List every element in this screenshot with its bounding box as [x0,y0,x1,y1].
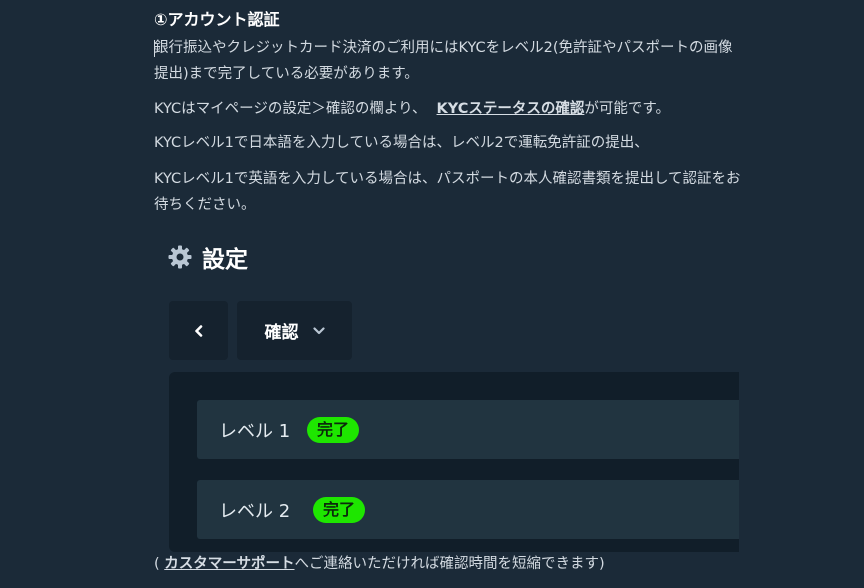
kyc-status-link[interactable]: KYCステータスの確認 [437,101,585,117]
gear-icon [168,245,192,269]
status-badge: 完了 [313,496,366,523]
paragraph-level1-japanese: KYCレベル1で日本語を入力している場合は、レベル2で運転免許証の提出、 [154,135,649,151]
settings-title-text: 設定 [202,247,248,273]
level-label: レベル 1 [219,420,291,442]
paragraph-text: が可能です。 [584,101,670,117]
paragraph-kyc-location: KYCはマイページの設定＞確認の欄より、 KYCステータスの確認が可能です。 [154,96,744,122]
kyc-level-row-2: レベル 2 完了 [197,480,739,539]
paragraph-kyc-requirement: 銀行振込やクレジットカード決済のご利用にはKYCをレベル2(免許証やパスポートの… [154,40,733,82]
customer-support-link[interactable]: カスタマーサポート [164,556,294,572]
paragraph-level1-english: KYCレベル1で英語を入力している場合は、パスポートの本人確認書類を提出して認証… [154,171,741,213]
back-button[interactable] [169,301,228,360]
kyc-level-row-1: レベル 1 完了 [197,400,739,459]
verification-select-label: 確認 [264,323,299,343]
level-label: レベル 2 [219,500,291,522]
footnote: ( カスタマーサポートへご連絡いただければ確認時間を短縮できます) [154,551,605,577]
footnote-text: へご連絡いただければ確認時間を短縮できます) [294,556,605,572]
status-badge: 完了 [307,416,360,443]
settings-screenshot: 設定 確認 レベル 1 完了 レベル 2 完了 [154,222,739,552]
chevron-left-icon [194,324,202,337]
footnote-text: ( [154,556,165,572]
section-heading: ①アカウント認証 [154,10,280,29]
kyc-levels-panel: レベル 1 完了 レベル 2 完了 [169,372,739,552]
chevron-down-icon [312,326,325,334]
paragraph-text: KYCはマイページの設定＞確認の欄より、 [154,101,427,117]
verification-select[interactable]: 確認 [237,301,352,360]
settings-title: 設定 [168,240,248,274]
